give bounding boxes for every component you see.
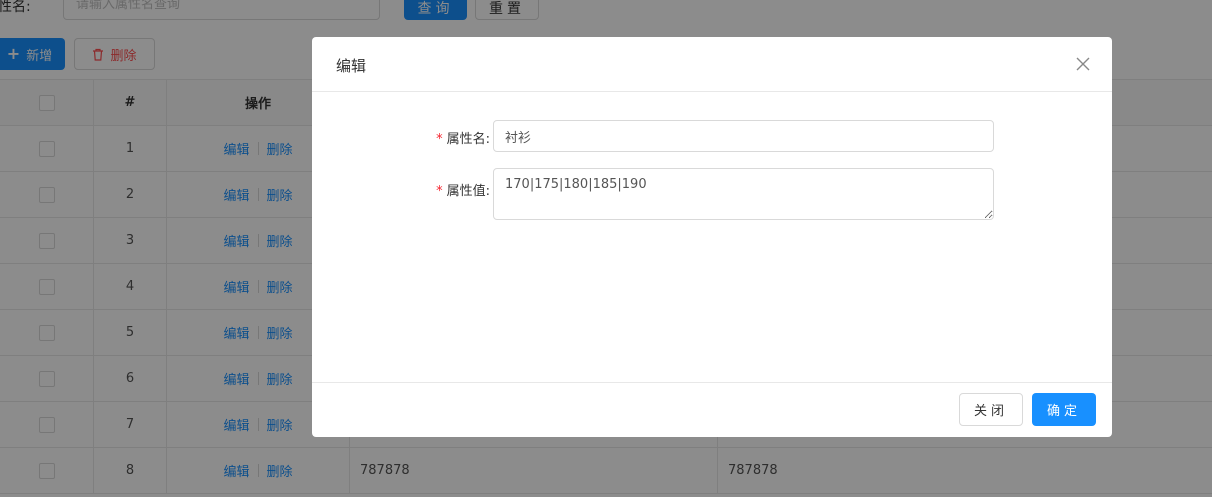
modal-footer: 关闭 确定 [312,382,1112,437]
edit-modal: 编辑 *属性名: *属性值: 关闭 确定 [312,37,1112,437]
name-field-label: * 属性名: [436,132,490,147]
modal-header: 编辑 [312,37,1112,92]
close-icon[interactable] [1072,53,1094,75]
close-button[interactable]: 关闭 [959,393,1023,426]
form-row-value: * 属性值: [312,168,1112,220]
close-icon-glyph [1076,57,1090,71]
form-row-name: * 属性名: [312,120,1112,152]
modal-title: 编辑 [336,57,367,75]
required-mark: * [436,132,443,147]
attribute-value-textarea[interactable] [493,168,994,220]
attribute-name-input[interactable] [493,120,994,152]
required-mark: * [436,184,443,199]
value-field-label: * 属性值: [436,184,490,199]
confirm-button[interactable]: 确定 [1032,393,1096,426]
